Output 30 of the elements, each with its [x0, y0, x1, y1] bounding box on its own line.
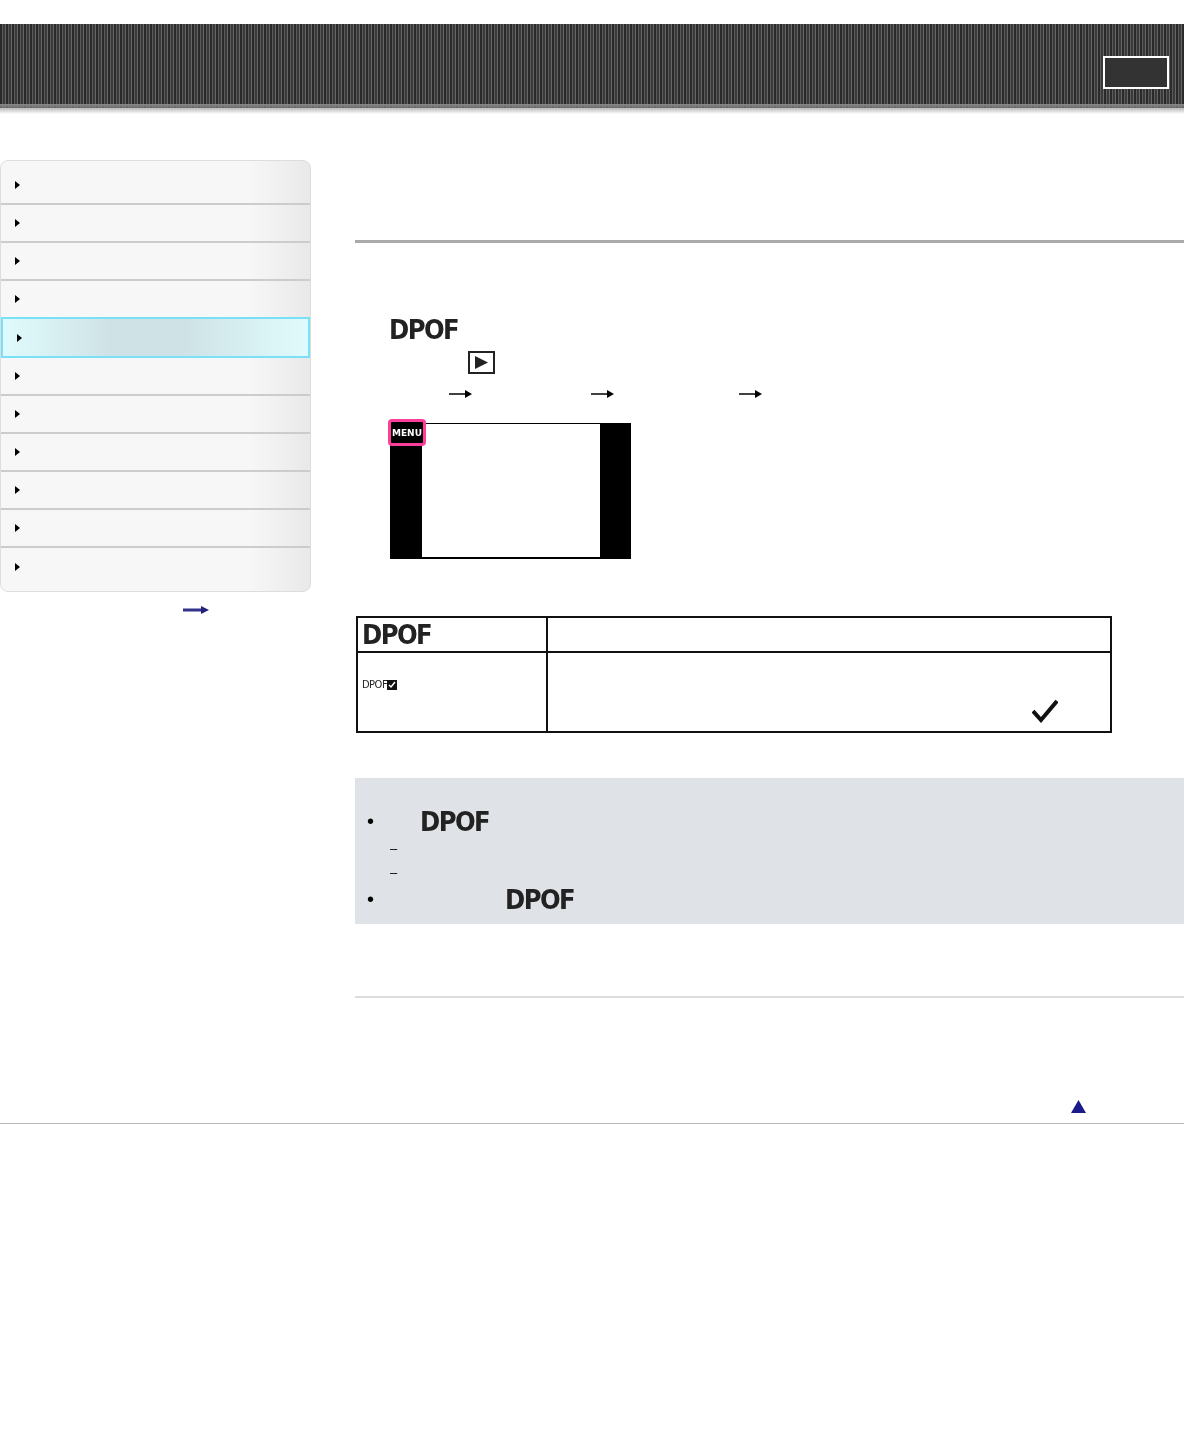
- triangle-icon: [15, 410, 20, 418]
- triangle-icon: [15, 295, 20, 303]
- dpof-label: DPOF: [362, 679, 388, 690]
- dpof-label: DPOF: [362, 619, 432, 650]
- dash: –: [390, 840, 398, 856]
- dpof-label: DPOF: [389, 314, 459, 345]
- play-icon: [468, 351, 495, 374]
- dpof-label: DPOF: [505, 885, 575, 913]
- arrow-icon: [739, 389, 763, 399]
- triangle-icon: [15, 219, 20, 227]
- triangle-icon: [17, 333, 22, 342]
- header-button[interactable]: [1103, 56, 1169, 89]
- up-triangle-icon[interactable]: [1071, 1100, 1086, 1113]
- triangle-icon: [15, 486, 20, 494]
- triangle-icon: [15, 181, 20, 189]
- triangle-icon: [15, 563, 20, 571]
- dash: –: [390, 864, 398, 880]
- checkbox-icon: [387, 680, 398, 690]
- bullet: •: [367, 809, 375, 833]
- bullet: •: [367, 887, 375, 911]
- arrow-icon: [449, 389, 473, 399]
- arrow-icon: [591, 389, 615, 399]
- checkmark-icon: [1032, 699, 1058, 723]
- triangle-icon: [15, 372, 20, 380]
- triangle-icon: [15, 257, 20, 265]
- triangle-icon: [15, 448, 20, 456]
- sidebar-item[interactable]: [1, 317, 310, 358]
- triangle-icon: [15, 524, 20, 532]
- dpof-label: DPOF: [420, 807, 490, 835]
- arrow-icon[interactable]: [183, 606, 209, 614]
